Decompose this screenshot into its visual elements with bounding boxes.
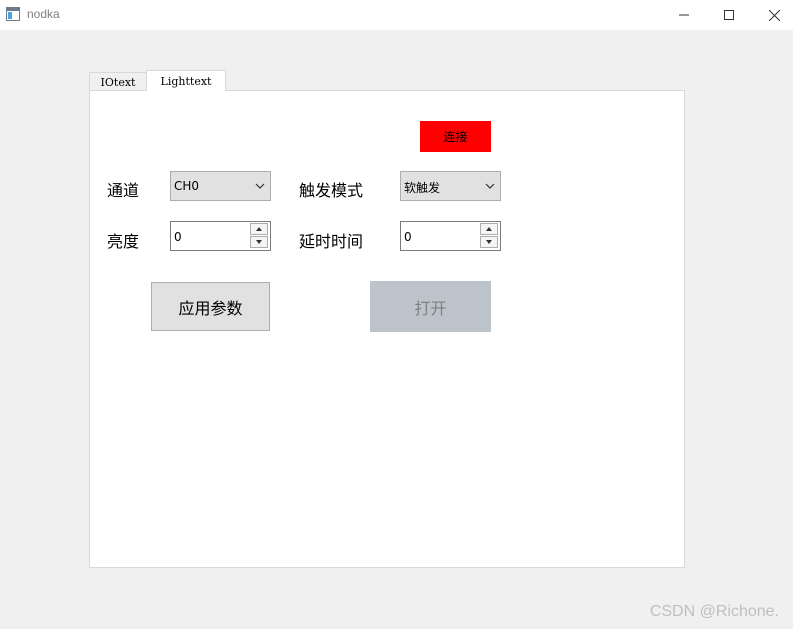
tab-lighttext[interactable]: Lighttext [146,70,226,91]
triangle-up-icon [256,227,262,231]
maximize-button[interactable] [706,0,752,30]
delay-time-spinbox[interactable]: 0 [400,221,501,251]
app-window-icon [6,7,20,21]
title-bar: nodka [0,0,793,30]
brightness-value: 0 [174,230,182,244]
delay-time-label: 延时时间 [299,232,364,251]
channel-select[interactable]: CH0 [170,171,271,201]
channel-value: CH0 [174,179,200,193]
close-icon [768,9,780,21]
chevron-down-icon [485,183,495,189]
window-title: nodka [27,7,60,21]
brightness-decrement-button[interactable] [250,236,268,248]
delay-decrement-button[interactable] [480,236,498,248]
triangle-down-icon [256,240,262,244]
delay-time-value: 0 [404,230,412,244]
brightness-increment-button[interactable] [250,223,268,235]
apply-parameters-button[interactable]: 应用参数 [151,282,270,331]
trigger-mode-label: 触发模式 [299,181,364,200]
triangle-up-icon [486,227,492,231]
close-button[interactable] [751,0,793,30]
delay-increment-button[interactable] [480,223,498,235]
brightness-label: 亮度 [107,232,140,251]
channel-label: 通道 [107,181,140,200]
minimize-icon [679,14,689,16]
maximize-icon [724,10,734,20]
brightness-spinbox[interactable]: 0 [170,221,271,251]
tab-iotext[interactable]: IOtext [89,72,147,91]
open-button[interactable]: 打开 [370,281,491,332]
watermark-text: CSDN @Richone. [649,603,779,620]
minimize-button[interactable] [661,0,707,30]
connect-button[interactable]: 连接 [420,121,491,152]
trigger-mode-value: 软触发 [404,181,441,195]
chevron-down-icon [255,183,265,189]
trigger-mode-select[interactable]: 软触发 [400,171,501,201]
triangle-down-icon [486,240,492,244]
